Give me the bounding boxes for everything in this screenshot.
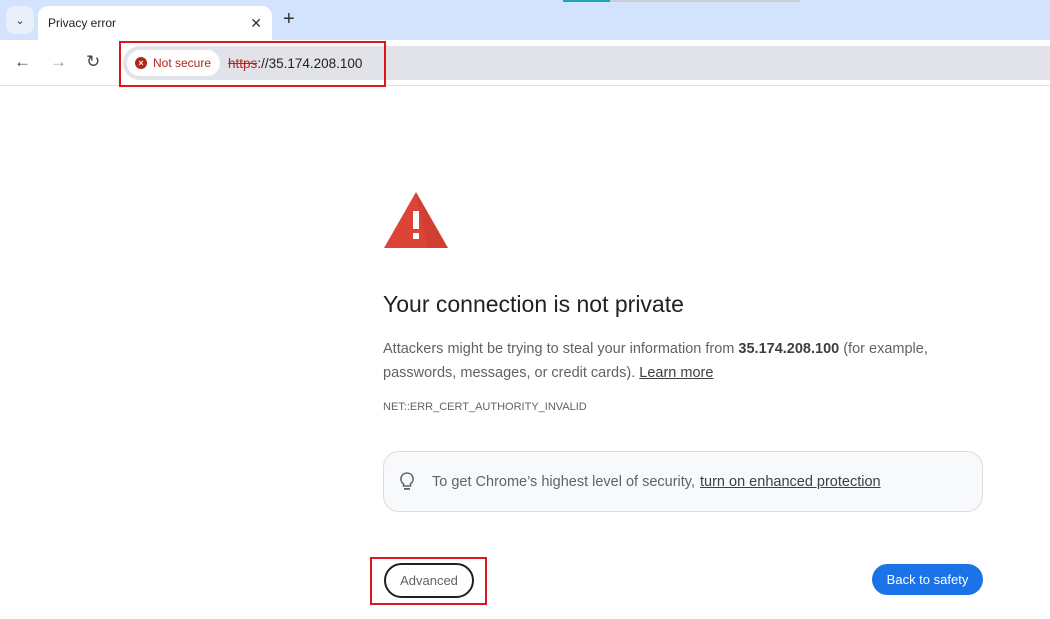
- description-text: Attackers might be trying to steal your …: [383, 341, 739, 357]
- back-to-safety-button[interactable]: Back to safety: [872, 564, 983, 595]
- forward-arrow-icon[interactable]: →: [50, 52, 67, 72]
- enhanced-protection-banner: To get Chrome’s highest level of securit…: [383, 451, 983, 512]
- enhanced-protection-link[interactable]: turn on enhanced protection: [700, 474, 881, 490]
- banner-text: To get Chrome’s highest level of securit…: [432, 473, 696, 490]
- annotation-box-advanced: [370, 557, 487, 605]
- page-title: Your connection is not private: [383, 291, 684, 317]
- annotation-box-address: [119, 41, 386, 87]
- back-arrow-icon[interactable]: ←: [14, 52, 31, 72]
- learn-more-link[interactable]: Learn more: [639, 365, 713, 381]
- host-name: 35.174.208.100: [738, 341, 840, 357]
- tab-search-button[interactable]: ⌄: [6, 6, 34, 34]
- error-code: NET::ERR_CERT_AUTHORITY_INVALID: [383, 401, 587, 413]
- close-icon[interactable]: ✕: [250, 15, 262, 32]
- warning-triangle-icon: [384, 192, 448, 248]
- reload-icon[interactable]: ↻: [86, 52, 100, 72]
- error-description: Attackers might be trying to steal your …: [383, 337, 983, 385]
- tab-strip: ⌄ Privacy error ✕ +: [0, 0, 1050, 40]
- new-tab-button[interactable]: +: [283, 8, 295, 31]
- tab-indicator: [563, 0, 610, 2]
- tab-privacy-error[interactable]: Privacy error ✕: [38, 6, 272, 40]
- tab-divider: [610, 0, 800, 2]
- tab-title: Privacy error: [48, 16, 117, 30]
- chevron-down-icon: ⌄: [15, 14, 25, 27]
- lightbulb-icon: [400, 471, 414, 490]
